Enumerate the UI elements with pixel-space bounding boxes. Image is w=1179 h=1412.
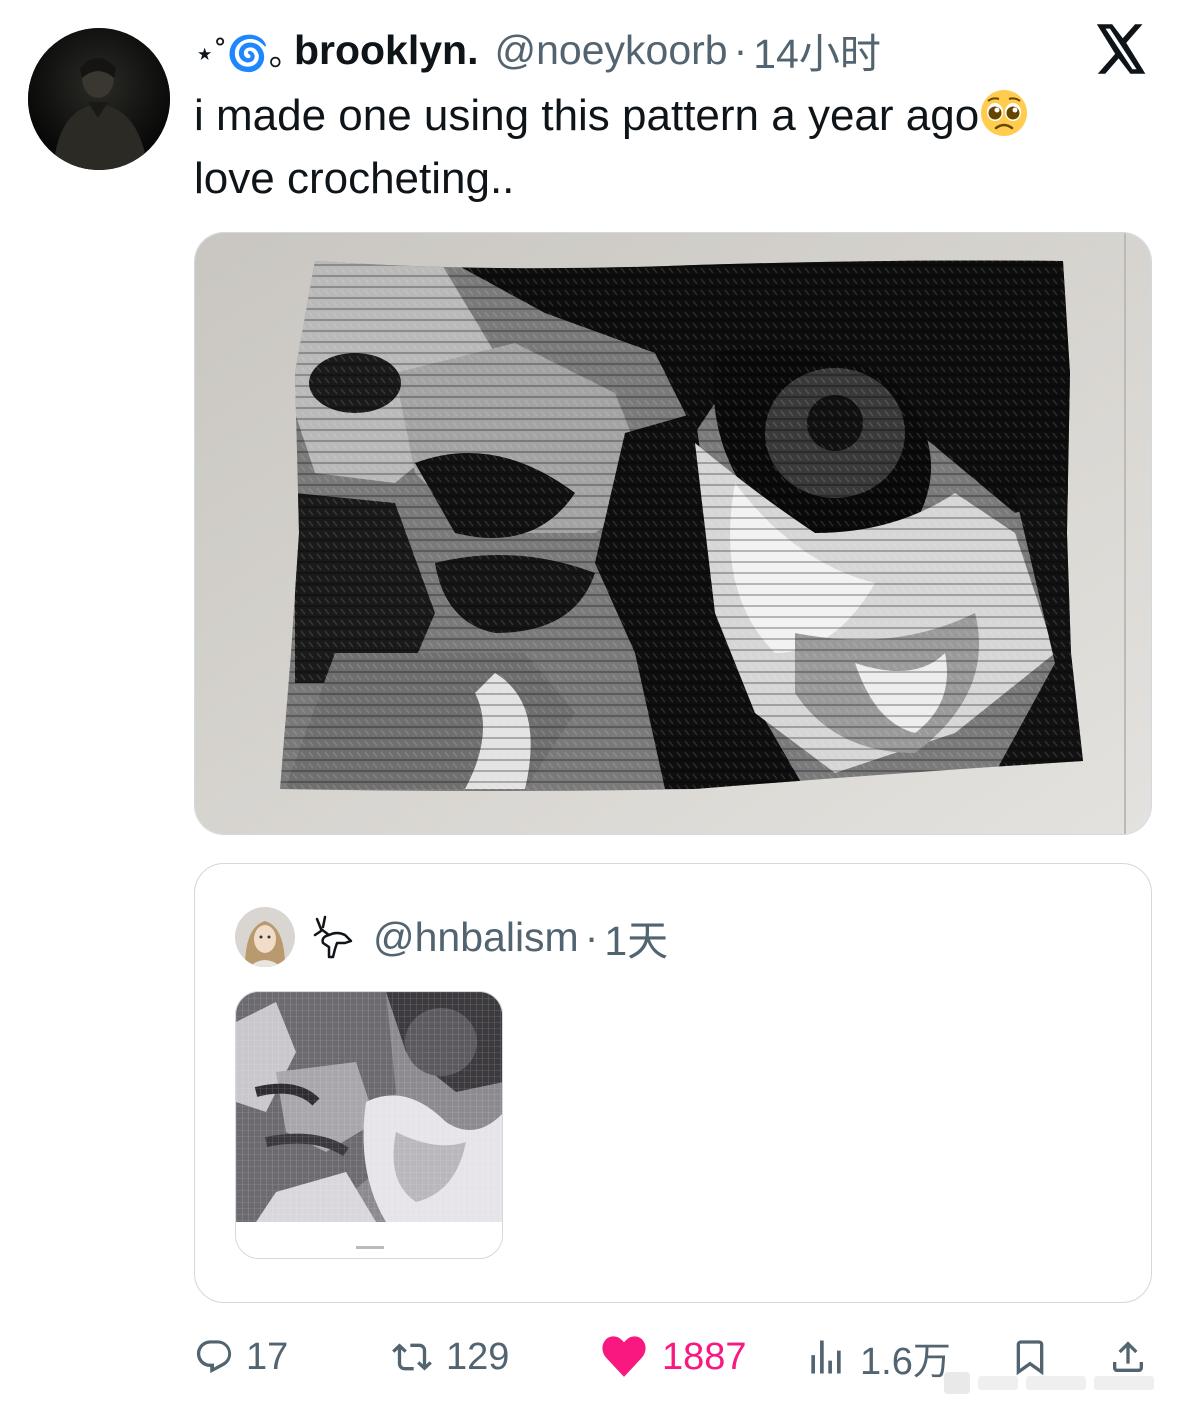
tweet-text-line2: love crocheting.. xyxy=(194,154,515,203)
retweet-icon xyxy=(392,1343,432,1371)
quoted-author-avatar[interactable] xyxy=(235,907,295,967)
quoted-author-handle[interactable]: @hnbalism xyxy=(373,914,579,961)
quoted-tweet[interactable]: @hnbalism · 1天 xyxy=(194,863,1152,1303)
quoted-tweet-media-pattern[interactable] xyxy=(235,991,503,1259)
views-chart-icon xyxy=(811,1340,841,1374)
retweet-count: 129 xyxy=(446,1335,510,1378)
tweet-card[interactable]: ⋆˚🌀｡ brooklyn. @noeykoorb · 14小时 i made … xyxy=(0,0,1179,1412)
deer-icon xyxy=(307,913,355,961)
tweet-header: ⋆˚🌀｡ brooklyn. @noeykoorb · 14小时 xyxy=(194,22,881,78)
author-display-name[interactable]: brooklyn. xyxy=(294,27,479,74)
like-count: 1887 xyxy=(662,1335,747,1378)
retweet-button[interactable]: 129 xyxy=(390,1325,509,1389)
tweet-timestamp[interactable]: 14小时 xyxy=(753,20,881,80)
views-count: 1.6万 xyxy=(860,1340,951,1383)
like-button[interactable]: 1887 xyxy=(598,1325,747,1389)
reply-button[interactable]: 17 xyxy=(194,1325,288,1389)
author-handle[interactable]: @noeykoorb xyxy=(494,27,727,74)
x-logo-icon xyxy=(1094,24,1148,74)
reply-icon xyxy=(196,1340,232,1374)
author-avatar[interactable] xyxy=(28,28,170,170)
quoted-tweet-timestamp[interactable]: 1天 xyxy=(604,907,668,967)
watermark xyxy=(944,1366,1164,1400)
tweet-text-line1: i made one using this pattern a year ago xyxy=(194,91,980,140)
name-decoration: ⋆˚🌀｡ xyxy=(194,34,286,73)
views-button[interactable]: 1.6万 xyxy=(804,1325,951,1389)
quoted-tweet-header: @hnbalism · 1天 xyxy=(307,908,668,966)
reply-count: 17 xyxy=(246,1335,289,1378)
pleading-face-emoji-icon xyxy=(979,88,1029,138)
heart-filled-icon xyxy=(602,1336,646,1377)
tweet-media-photo[interactable] xyxy=(194,232,1152,835)
tweet-text: i made one using this pattern a year ago… xyxy=(194,84,1154,210)
quoted-header-separator: · xyxy=(584,913,599,960)
header-separator: · xyxy=(733,26,748,73)
